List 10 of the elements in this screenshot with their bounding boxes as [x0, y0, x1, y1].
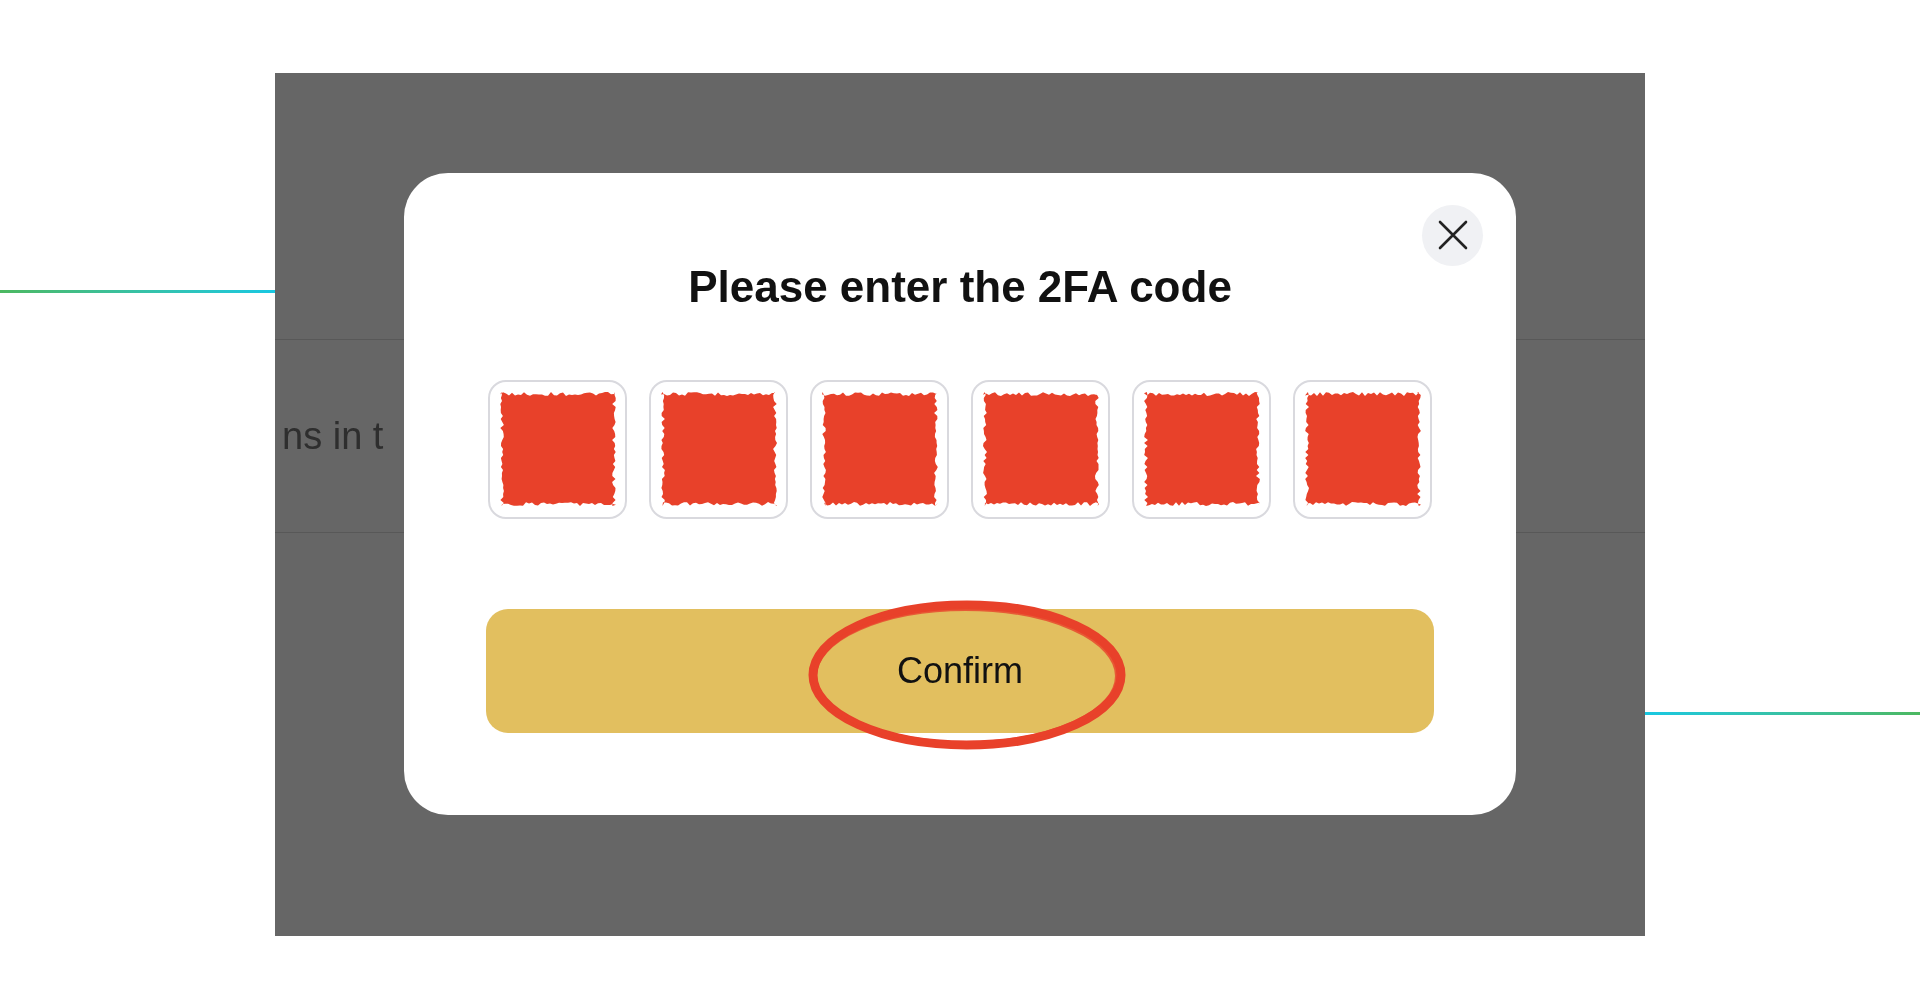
code-digit-field[interactable]	[488, 379, 627, 519]
background-text: ns in t	[282, 413, 384, 459]
close-icon	[1437, 220, 1468, 250]
code-digit-field[interactable]	[1293, 379, 1432, 519]
code-digit-field[interactable]	[1132, 379, 1271, 519]
confirm-button[interactable]: Confirm	[486, 608, 1434, 733]
code-digit-field[interactable]	[649, 379, 788, 519]
code-digit-field[interactable]	[810, 379, 949, 519]
code-digit-field[interactable]	[971, 379, 1110, 519]
dialog-title: Please enter the 2FA code	[688, 260, 1232, 313]
